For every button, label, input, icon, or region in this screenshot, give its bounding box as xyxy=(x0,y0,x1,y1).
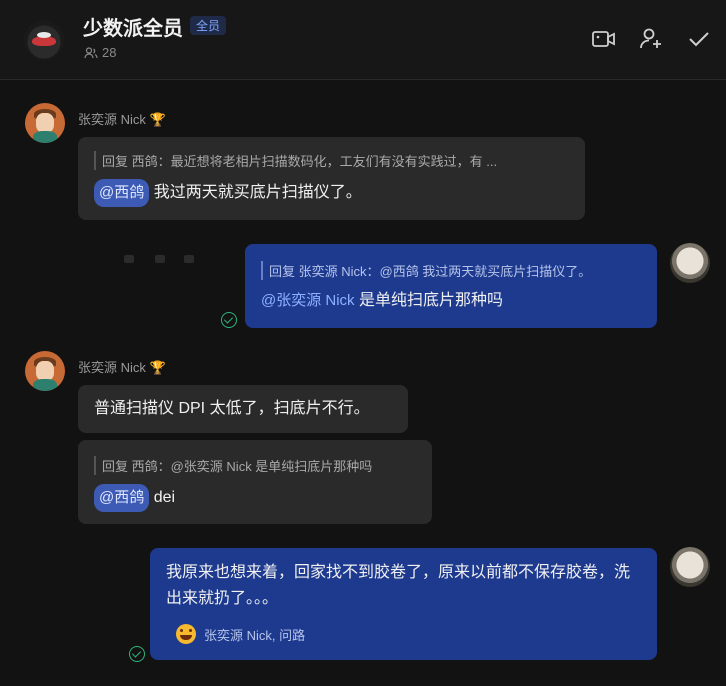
grinning-face-icon xyxy=(176,624,196,644)
member-count-value: 28 xyxy=(102,45,117,60)
trophy-icon: 🏆 xyxy=(149,360,166,375)
select-check-icon[interactable] xyxy=(686,26,712,52)
read-receipt-icon xyxy=(221,312,237,328)
sender-avatar[interactable] xyxy=(25,351,65,391)
group-badge: 全员 xyxy=(190,16,227,35)
message-text: 是单纯扫底片那种吗 xyxy=(359,292,504,309)
chat-header: 少数派全员 全员 28 xyxy=(0,0,726,80)
my-avatar[interactable] xyxy=(670,243,710,283)
sender-name[interactable]: 张奕源 Nick 🏆 xyxy=(78,357,166,376)
message-bubble-outgoing[interactable]: 回复 张奕源 Nick：@西鸽 我过两天就买底片扫描仪了。 @张奕源 Nick … xyxy=(245,244,657,328)
reaction-users: 张奕源 Nick, 问路 xyxy=(204,627,306,643)
message-text-row: @西鸽 我过两天就买底片扫描仪了。 xyxy=(94,179,569,207)
member-count[interactable]: 28 xyxy=(84,45,116,60)
message-bubble[interactable]: 普通扫描仪 DPI 太低了，扫底片不行。 xyxy=(78,385,408,433)
placeholder-block xyxy=(155,255,165,263)
message-bubble[interactable]: 回复 西鸽：最近想将老相片扫描数码化，工友们有没有实践过，有 ... @西鸽 我… xyxy=(78,137,585,220)
message-text: 我原来也想来着，回家找不到胶卷了，原来以前都不保存胶卷，洗出来就扔了。。。 xyxy=(166,564,631,607)
mention-tag[interactable]: @张奕源 Nick xyxy=(261,292,355,309)
reply-quote[interactable]: 回复 西鸽：@张奕源 Nick 是单纯扫底片那种吗 xyxy=(94,456,422,475)
add-member-icon[interactable] xyxy=(638,26,664,52)
reply-quote[interactable]: 回复 张奕源 Nick：@西鸽 我过两天就买底片扫描仪了。 xyxy=(261,261,644,280)
placeholder-block xyxy=(124,255,134,263)
my-avatar[interactable] xyxy=(670,547,710,587)
message-text: 我过两天就买底片扫描仪了。 xyxy=(153,184,362,201)
mention-tag[interactable]: @西鸽 xyxy=(94,484,150,512)
message-text: 普通扫描仪 DPI 太低了，扫底片不行。 xyxy=(94,400,370,417)
reply-quote[interactable]: 回复 西鸽：最近想将老相片扫描数码化，工友们有没有实践过，有 ... xyxy=(94,151,562,170)
sender-avatar[interactable] xyxy=(25,103,65,143)
group-title: 少数派全员 xyxy=(83,18,183,40)
message-text: dei xyxy=(153,489,176,506)
reaction-row[interactable]: 张奕源 Nick, 问路 xyxy=(176,624,305,644)
placeholder-block xyxy=(184,255,194,263)
members-icon xyxy=(84,46,98,58)
group-avatar[interactable] xyxy=(24,20,64,60)
read-receipt-icon xyxy=(129,646,145,662)
mention-tag[interactable]: @西鸽 xyxy=(94,179,150,207)
message-text-row: @西鸽 dei xyxy=(94,484,416,512)
video-call-icon[interactable] xyxy=(591,26,617,52)
sender-name[interactable]: 张奕源 Nick 🏆 xyxy=(78,109,166,128)
trophy-icon: 🏆 xyxy=(149,112,166,127)
message-bubble[interactable]: 回复 西鸽：@张奕源 Nick 是单纯扫底片那种吗 @西鸽 dei xyxy=(78,440,432,524)
message-text-row: @张奕源 Nick 是单纯扫底片那种吗 xyxy=(261,288,641,314)
